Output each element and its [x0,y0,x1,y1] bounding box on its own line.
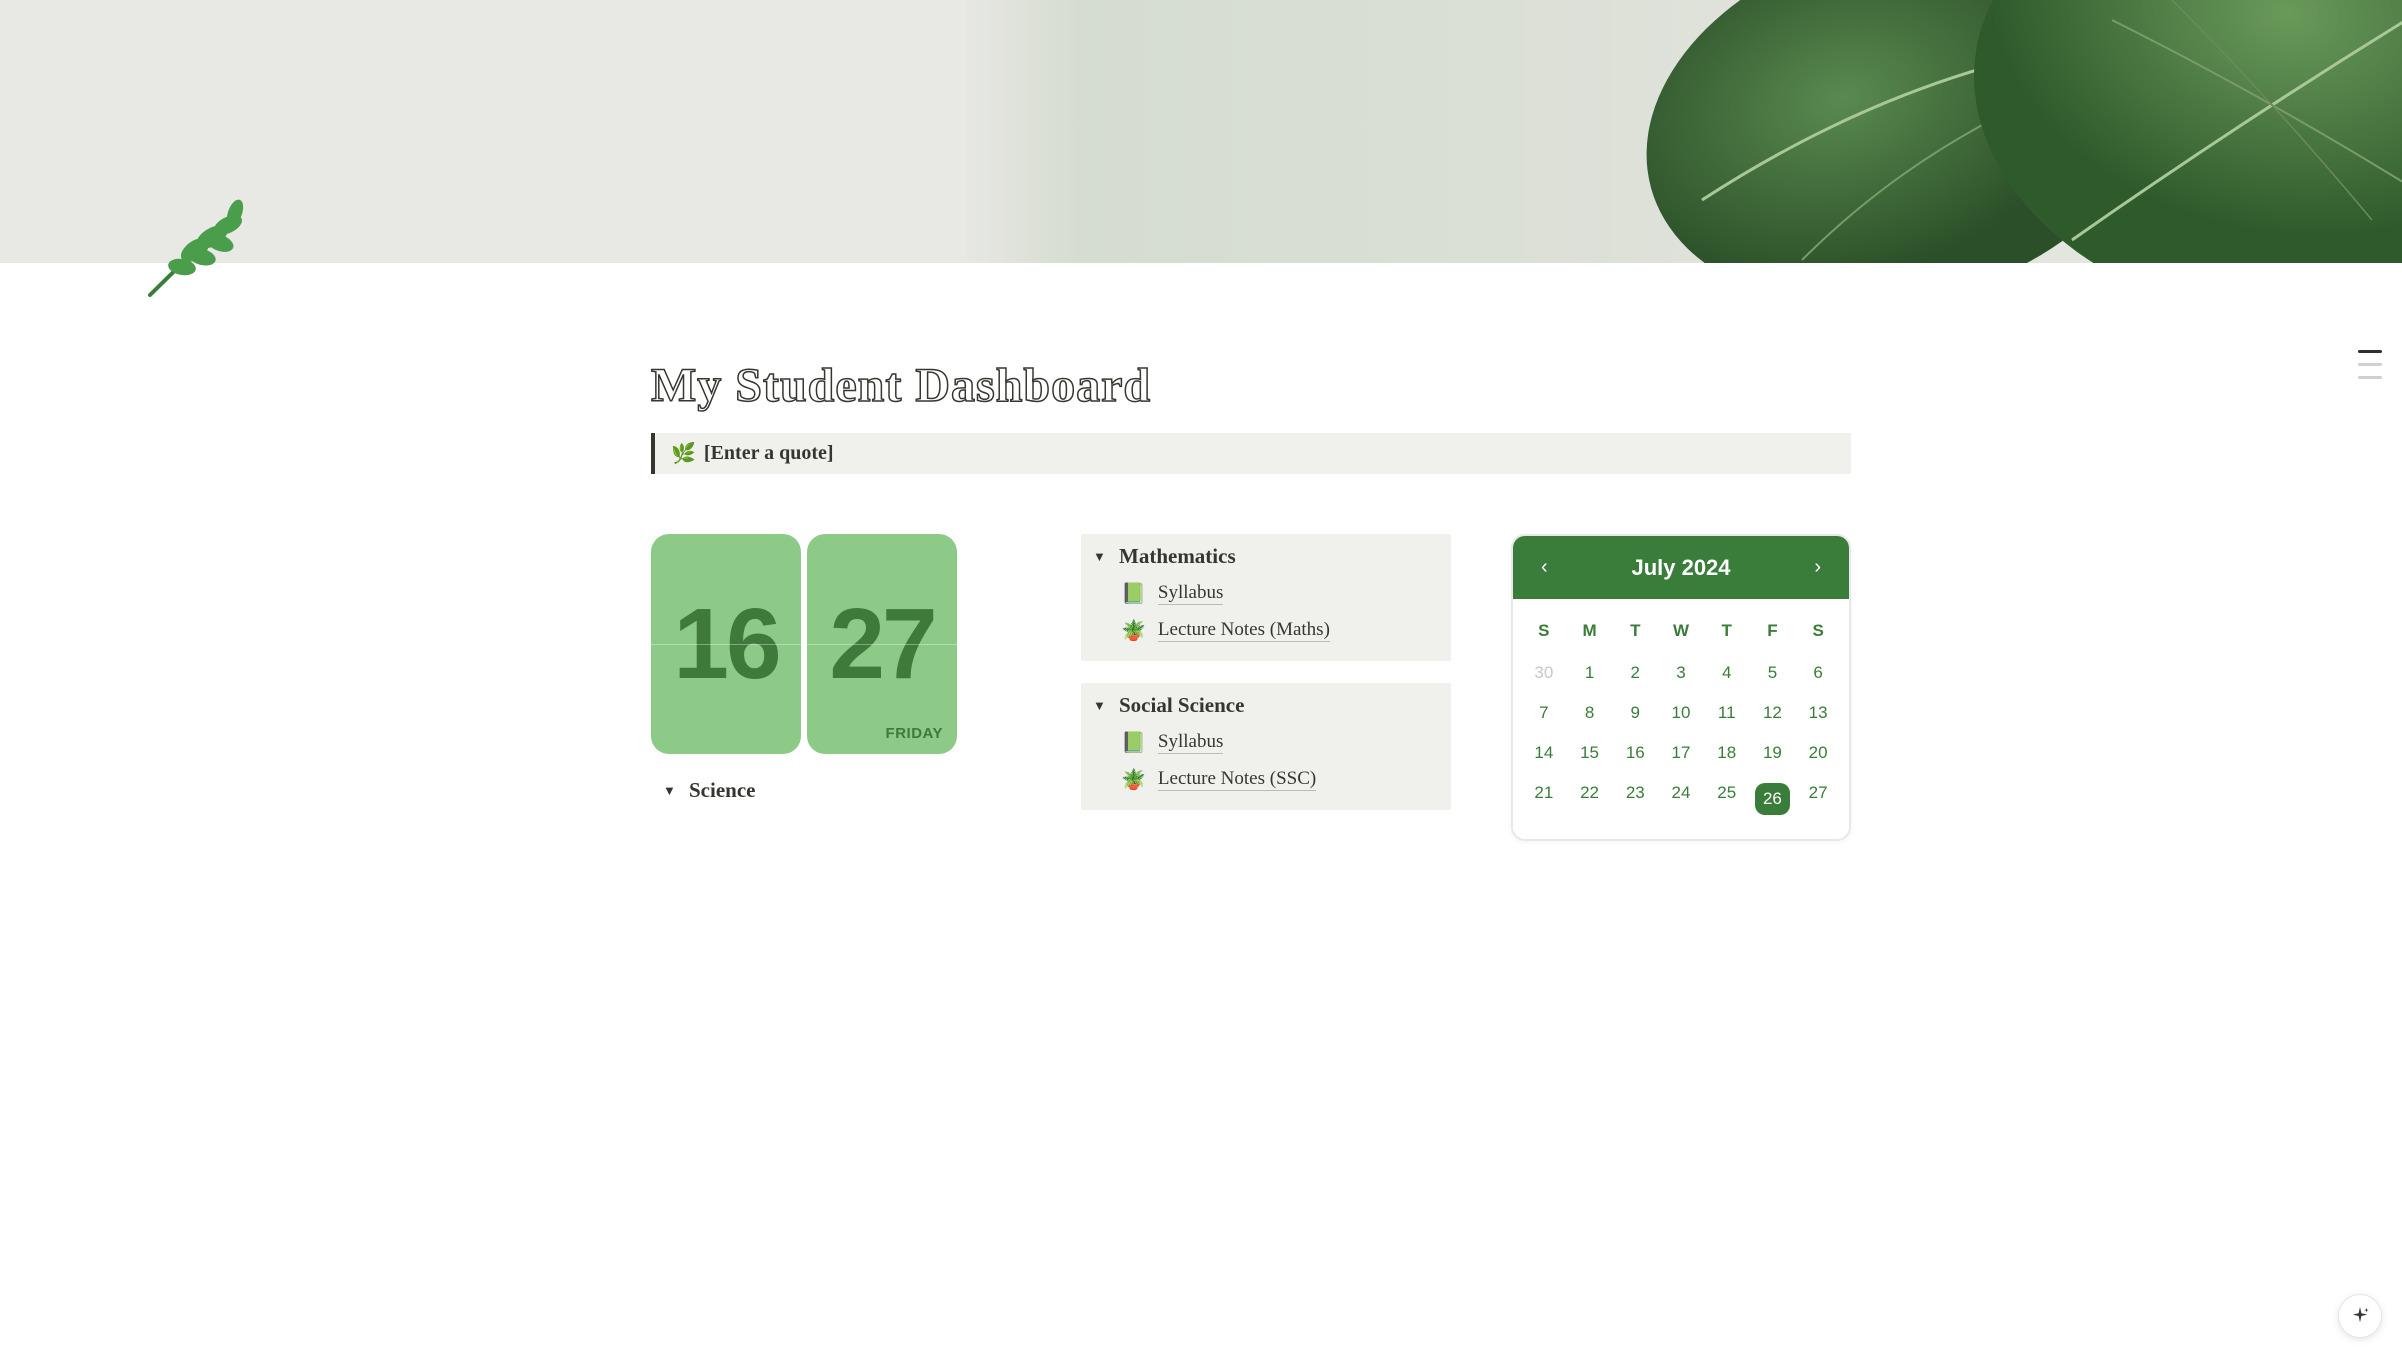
calendar-title: July 2024 [1631,555,1730,581]
middle-column: ▼ Mathematics 📗 Syllabus 🪴 Lecture Notes… [1081,534,1451,832]
calendar-day[interactable]: 19 [1750,733,1796,773]
calendar-widget: ‹ July 2024 › SMTWTFS3012345678910111213… [1511,534,1851,841]
clock-widget: 16 27 FRIDAY [651,534,1021,754]
calendar-day[interactable]: 8 [1567,693,1613,733]
calendar-day[interactable]: 13 [1795,693,1841,733]
calendar-day[interactable]: 2 [1612,653,1658,693]
side-menu-handles[interactable] [2358,350,2382,379]
clock-hour: 16 [673,594,778,694]
chevron-down-icon: ▼ [1093,549,1105,565]
calendar-day[interactable]: 4 [1704,653,1750,693]
ai-assist-button[interactable] [2338,1294,2382,1338]
clock-day-label: FRIDAY [886,725,943,742]
toggle-science-title: Science [689,778,755,803]
calendar-day[interactable]: 12 [1750,693,1796,733]
chevron-down-icon: ▼ [1093,698,1105,714]
calendar-day[interactable]: 10 [1658,693,1704,733]
calendar-day[interactable]: 5 [1750,653,1796,693]
toggle-mathematics: ▼ Mathematics 📗 Syllabus 🪴 Lecture Notes… [1081,534,1451,661]
page-title[interactable]: My Student Dashboard [651,358,1851,413]
calendar-day[interactable]: 18 [1704,733,1750,773]
calendar-dow: T [1612,611,1658,653]
handle-line [2358,350,2382,353]
link-label: Syllabus [1158,582,1223,605]
calendar-day[interactable]: 3 [1658,653,1704,693]
chevron-down-icon: ▼ [663,783,675,799]
link-item-notes-math[interactable]: 🪴 Lecture Notes (Maths) [1121,612,1439,649]
calendar-day[interactable]: 27 [1795,773,1841,825]
plant-icon: 🪴 [1121,618,1146,643]
calendar-dow: F [1750,611,1796,653]
toggle-social-science-header[interactable]: ▼ Social Science [1081,683,1451,724]
link-label: Syllabus [1158,731,1223,754]
calendar-dow: S [1795,611,1841,653]
calendar-day[interactable]: 16 [1612,733,1658,773]
calendar-day[interactable]: 1 [1567,653,1613,693]
sparkle-icon [2349,1305,2371,1327]
toggle-mathematics-header[interactable]: ▼ Mathematics [1081,534,1451,575]
calendar-dow: T [1704,611,1750,653]
link-item-notes-ssc[interactable]: 🪴 Lecture Notes (SSC) [1121,761,1439,798]
calendar-dow: M [1567,611,1613,653]
page-icon-herb[interactable] [140,195,280,305]
calendar-day[interactable]: 20 [1795,733,1841,773]
book-icon: 📗 [1121,581,1146,606]
calendar-day-today[interactable]: 26 [1750,773,1796,825]
calendar-dow: W [1658,611,1704,653]
calendar-grid: SMTWTFS301234567891011121314151617181920… [1513,599,1849,839]
calendar-dow: S [1521,611,1567,653]
clock-minute: 27 [829,594,934,694]
calendar-day[interactable]: 6 [1795,653,1841,693]
toggle-social-science: ▼ Social Science 📗 Syllabus 🪴 Lecture No… [1081,683,1451,810]
calendar-day[interactable]: 21 [1521,773,1567,825]
calendar-day[interactable]: 23 [1612,773,1658,825]
calendar-prev-button[interactable]: ‹ [1533,552,1556,583]
handle-line [2358,363,2382,366]
clock-minute-card: 27 FRIDAY [807,534,957,754]
calendar-day[interactable]: 9 [1612,693,1658,733]
toggle-mathematics-title: Mathematics [1119,544,1236,569]
clock-hour-card: 16 [651,534,801,754]
calendar-day-other[interactable]: 30 [1521,653,1567,693]
calendar-day[interactable]: 7 [1521,693,1567,733]
cover-image[interactable] [0,0,2402,263]
link-label: Lecture Notes (SSC) [1158,768,1316,791]
toggle-science[interactable]: ▼ Science [651,774,1021,807]
calendar-day[interactable]: 24 [1658,773,1704,825]
link-item-syllabus-ssc[interactable]: 📗 Syllabus [1121,724,1439,761]
quote-placeholder-text: [Enter a quote] [704,442,834,465]
link-item-syllabus-math[interactable]: 📗 Syllabus [1121,575,1439,612]
quote-callout[interactable]: 🌿 [Enter a quote] [651,433,1851,474]
left-column: 16 27 FRIDAY ▼ Science [651,534,1021,807]
handle-line [2358,376,2382,379]
cover-leaf-art [1552,0,2402,263]
plant-icon: 🪴 [1121,767,1146,792]
herb-icon: 🌿 [671,441,696,466]
link-label: Lecture Notes (Maths) [1158,619,1330,642]
calendar-day[interactable]: 15 [1567,733,1613,773]
calendar-day[interactable]: 25 [1704,773,1750,825]
toggle-social-science-title: Social Science [1119,693,1244,718]
calendar-next-button[interactable]: › [1806,552,1829,583]
calendar-day[interactable]: 11 [1704,693,1750,733]
right-column: ‹ July 2024 › SMTWTFS3012345678910111213… [1511,534,1851,841]
book-icon: 📗 [1121,730,1146,755]
calendar-day[interactable]: 22 [1567,773,1613,825]
calendar-day[interactable]: 14 [1521,733,1567,773]
calendar-day[interactable]: 17 [1658,733,1704,773]
